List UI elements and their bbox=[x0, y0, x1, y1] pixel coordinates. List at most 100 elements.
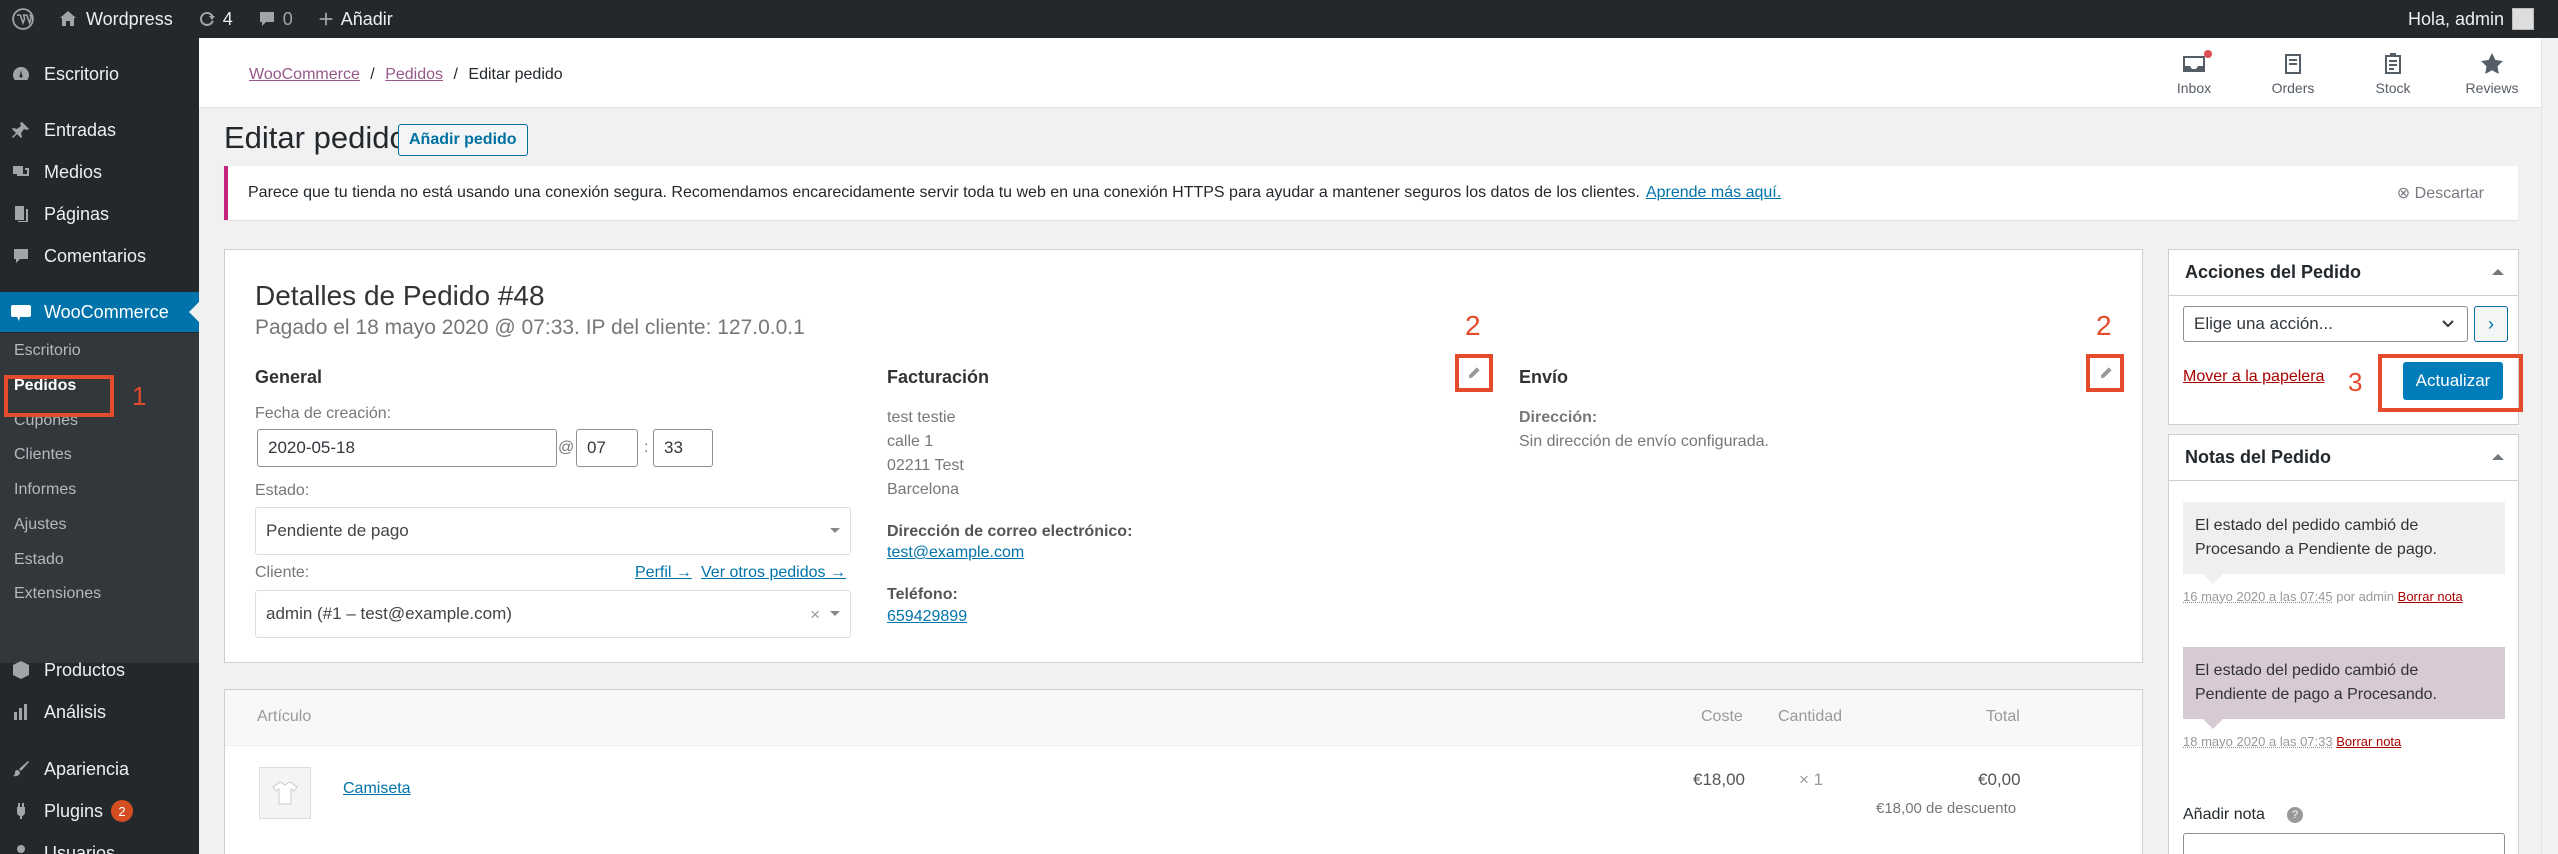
order-minute-input[interactable]: 33 bbox=[653, 429, 713, 467]
tshirt-icon bbox=[270, 778, 300, 808]
notice-learn-more-link[interactable]: Aprende más aquí. bbox=[1646, 184, 1781, 202]
annotation-number-3: 3 bbox=[2348, 367, 2362, 398]
menu-label: Usuarios bbox=[44, 843, 115, 854]
menu-pages[interactable]: Páginas bbox=[0, 194, 199, 234]
column-header-quantity: Cantidad bbox=[1778, 708, 1842, 726]
customer-profile-link[interactable]: Perfil → bbox=[635, 564, 692, 582]
updates-link[interactable]: 4 bbox=[185, 0, 245, 38]
header-reviews[interactable]: Reviews bbox=[2452, 52, 2532, 96]
order-actions-header[interactable]: Acciones del Pedido bbox=[2169, 250, 2518, 296]
move-to-trash-link[interactable]: Mover a la papelera bbox=[2183, 368, 2324, 386]
order-date-input[interactable]: 2020-05-18 bbox=[257, 429, 557, 467]
menu-products[interactable]: Productos bbox=[0, 650, 199, 690]
note-text: El estado del pedido cambió de Procesand… bbox=[2195, 517, 2437, 558]
add-note-label: Añadir nota bbox=[2183, 806, 2265, 824]
header-orders[interactable]: Orders bbox=[2253, 52, 2333, 96]
delete-note-link[interactable]: Borrar nota bbox=[2398, 589, 2463, 604]
wordpress-logo-icon[interactable] bbox=[0, 0, 46, 38]
menu-appearance[interactable]: Apariencia bbox=[0, 749, 199, 789]
billing-email-link[interactable]: test@example.com bbox=[887, 544, 1024, 562]
refresh-icon bbox=[197, 9, 217, 29]
general-heading: General bbox=[255, 367, 322, 388]
submenu-clientes[interactable]: Clientes bbox=[14, 446, 72, 464]
order-action-value: Elige una acción... bbox=[2194, 314, 2333, 334]
billing-phone-label: Teléfono: bbox=[887, 583, 958, 607]
menu-media[interactable]: Medios bbox=[0, 152, 199, 192]
submenu-estado[interactable]: Estado bbox=[14, 551, 64, 569]
product-thumbnail bbox=[259, 767, 311, 819]
menu-label: Entradas bbox=[44, 120, 116, 141]
customer-label: Cliente: bbox=[255, 564, 309, 582]
annotation-box-edit-shipping bbox=[2086, 354, 2124, 392]
item-discount: €18,00 de descuento bbox=[1876, 800, 2016, 817]
menu-label: Escritorio bbox=[44, 64, 119, 85]
menu-plugins[interactable]: Plugins 2 bbox=[0, 791, 199, 831]
customer-select[interactable]: admin (#1 – test@example.com) × bbox=[255, 590, 851, 638]
order-note: El estado del pedido cambió de Procesand… bbox=[2183, 502, 2505, 574]
column-header-cost: Coste bbox=[1701, 708, 1743, 726]
collapse-toggle-icon[interactable] bbox=[2492, 454, 2504, 460]
plugins-update-badge: 2 bbox=[111, 800, 133, 822]
add-order-button[interactable]: Añadir pedido bbox=[398, 124, 528, 156]
site-name-link[interactable]: Wordpress bbox=[46, 0, 185, 38]
shipping-address-value: Sin dirección de envío configurada. bbox=[1519, 430, 1769, 454]
stock-icon bbox=[2382, 52, 2404, 76]
order-notes-header[interactable]: Notas del Pedido bbox=[2169, 435, 2518, 481]
submenu-ajustes[interactable]: Ajustes bbox=[14, 516, 66, 534]
breadcrumb-woocommerce[interactable]: WooCommerce bbox=[249, 66, 360, 83]
header-inbox[interactable]: Inbox bbox=[2154, 52, 2234, 96]
inbox-icon bbox=[2181, 52, 2207, 76]
comments-link[interactable]: 0 bbox=[245, 0, 305, 38]
customer-other-orders-link[interactable]: Ver otros pedidos → bbox=[701, 564, 846, 582]
inbox-unread-dot bbox=[2204, 50, 2212, 58]
shipping-heading: Envío bbox=[1519, 367, 1568, 388]
order-title: Detalles de Pedido #48 bbox=[255, 280, 545, 312]
add-new-label: Añadir bbox=[341, 9, 393, 30]
items-table-header: Artículo Coste Cantidad Total bbox=[225, 690, 2142, 746]
item-cost: €18,00 bbox=[1693, 770, 1745, 790]
customer-value: admin (#1 – test@example.com) bbox=[266, 604, 512, 624]
annotation-box-edit-billing bbox=[1455, 354, 1493, 392]
apply-action-button[interactable]: › bbox=[2474, 306, 2508, 342]
submenu-extensiones[interactable]: Extensiones bbox=[14, 585, 101, 603]
menu-dashboard[interactable]: Escritorio bbox=[0, 54, 199, 94]
menu-comments[interactable]: Comentarios bbox=[0, 236, 199, 276]
account-menu[interactable]: Hola, admin bbox=[2408, 8, 2558, 30]
menu-label: Análisis bbox=[44, 702, 106, 723]
menu-woocommerce[interactable]: WooCommerce bbox=[0, 292, 199, 332]
header-stock[interactable]: Stock bbox=[2353, 52, 2433, 96]
dismiss-notice-button[interactable]: ⊗ Descartar bbox=[2397, 183, 2484, 203]
menu-label: Comentarios bbox=[44, 246, 146, 267]
shipping-address-label: Dirección: bbox=[1519, 406, 1597, 430]
order-hour-input[interactable]: 07 bbox=[576, 429, 638, 467]
home-icon bbox=[58, 9, 78, 29]
add-new-link[interactable]: Añadir bbox=[305, 0, 405, 38]
page-scrollbar[interactable] bbox=[2541, 38, 2558, 854]
page-icon bbox=[10, 203, 32, 225]
note-author: por admin bbox=[2333, 589, 2398, 604]
order-action-select[interactable]: Elige una acción... bbox=[2183, 306, 2468, 342]
note-meta: 16 mayo 2020 a las 07:45 por admin Borra… bbox=[2183, 587, 2505, 607]
submenu-escritorio[interactable]: Escritorio bbox=[14, 342, 81, 360]
menu-label: Apariencia bbox=[44, 759, 129, 780]
column-header-total: Total bbox=[1986, 708, 2020, 726]
menu-analytics[interactable]: Análisis bbox=[0, 692, 199, 732]
submenu-informes[interactable]: Informes bbox=[14, 481, 76, 499]
add-note-textarea[interactable] bbox=[2183, 833, 2505, 854]
delete-note-link[interactable]: Borrar nota bbox=[2336, 734, 2401, 749]
note-date: 16 mayo 2020 a las 07:45 bbox=[2183, 589, 2333, 604]
updates-count: 4 bbox=[223, 9, 233, 30]
annotation-box-pedidos bbox=[4, 375, 114, 417]
help-icon[interactable]: ? bbox=[2287, 807, 2303, 823]
breadcrumb-pedidos[interactable]: Pedidos bbox=[385, 66, 443, 83]
product-name-link[interactable]: Camiseta bbox=[343, 780, 411, 798]
order-status-select[interactable]: Pendiente de pago bbox=[255, 507, 851, 555]
clear-customer-icon[interactable]: × bbox=[810, 605, 820, 625]
menu-users[interactable]: Usuarios bbox=[0, 833, 199, 854]
collapse-toggle-icon[interactable] bbox=[2492, 269, 2504, 275]
breadcrumb-separator: / bbox=[453, 66, 457, 83]
star-icon bbox=[2480, 52, 2504, 76]
billing-phone-link[interactable]: 659429899 bbox=[887, 608, 967, 626]
header-nav-label: Reviews bbox=[2466, 80, 2519, 96]
menu-posts[interactable]: Entradas bbox=[0, 110, 199, 150]
